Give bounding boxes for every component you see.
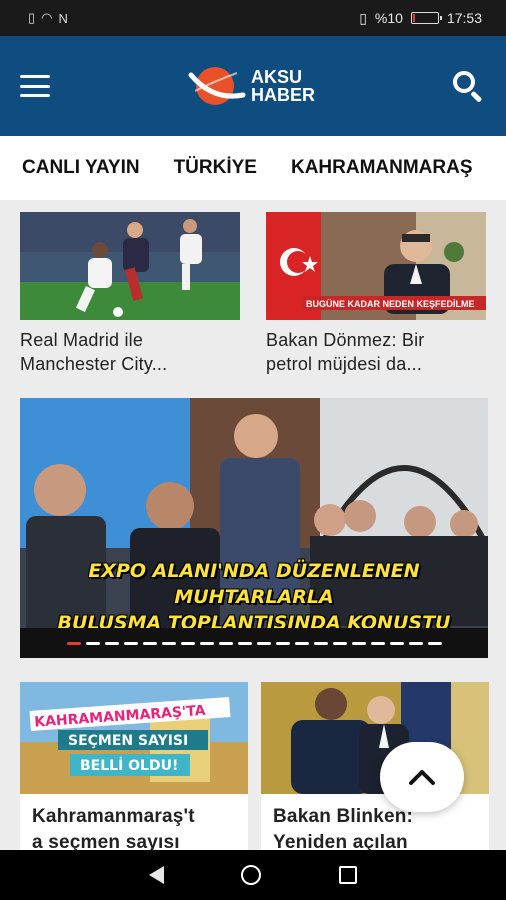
app-bar: AKSU HABER — [0, 36, 506, 136]
slider-dot[interactable] — [237, 641, 252, 645]
slider-dot[interactable] — [161, 641, 176, 645]
tab-canli-yayin[interactable]: CANLI YAYIN — [22, 157, 140, 179]
back-icon[interactable] — [148, 866, 164, 884]
thumbnail-caption: BUGÜNE KADAR NEDEN KEŞFEDİLME — [306, 299, 475, 309]
recent-apps-icon[interactable] — [339, 866, 358, 884]
news-card[interactable]: KAHRAMANMARAŞ'TA SEÇMEN SAYISI BELLİ OLD… — [20, 682, 248, 850]
slider-dot[interactable] — [142, 641, 157, 645]
slider-dot[interactable] — [123, 641, 138, 645]
slider-dot[interactable] — [427, 641, 442, 645]
thumbnail-text-2: SEÇMEN SAYISI — [68, 733, 188, 749]
slider-pagination — [20, 628, 488, 658]
slider-dot[interactable] — [66, 641, 81, 645]
clock: 17:53 — [446, 10, 482, 26]
logo-line2: HABER — [250, 85, 315, 105]
slider-dot[interactable] — [218, 641, 233, 645]
headline-slider[interactable]: EXPO ALANI'NDA DÜZENLENEN MUHTARLARLA BU… — [20, 398, 488, 658]
logo-mark-icon — [188, 67, 246, 105]
menu-icon[interactable] — [20, 75, 50, 97]
vibrate-icon: ▯ — [359, 9, 367, 26]
news-card[interactable]: Real Madrid ile Manchester City... — [20, 212, 240, 376]
slider-dot[interactable] — [104, 641, 119, 645]
search-icon[interactable] — [450, 68, 486, 104]
news-thumbnail — [20, 212, 240, 320]
slider-dot[interactable] — [313, 641, 328, 645]
thumbnail-text-3: BELLİ OLDU! — [80, 757, 178, 774]
slider-dot[interactable] — [332, 641, 347, 645]
slider-dot[interactable] — [389, 641, 404, 645]
chevron-up-icon — [409, 770, 435, 785]
sim-icon: ▯ — [28, 10, 36, 25]
system-nav-bar — [0, 850, 506, 900]
home-icon[interactable] — [241, 865, 262, 885]
category-tabs: CANLI YAYIN TÜRKİYE KAHRAMANMARAŞ — [0, 136, 506, 200]
slider-dot[interactable] — [275, 641, 290, 645]
slider-dot[interactable] — [370, 641, 385, 645]
slider-dot[interactable] — [180, 641, 195, 645]
slide-caption: EXPO ALANI'NDA DÜZENLENEN MUHTARLARLA BU… — [57, 560, 451, 634]
news-title: Real Madrid ile Manchester City... — [20, 330, 168, 374]
slider-dot[interactable] — [294, 641, 309, 645]
slider-dot[interactable] — [408, 641, 423, 645]
status-bar: ▯ ◠ N ▯ %10 17:53 — [0, 0, 506, 36]
news-title: Kahramanmaraş't a seçmen sayısı — [32, 806, 195, 850]
status-icons-left: ▯ ◠ N — [28, 10, 68, 26]
tab-turkiye[interactable]: TÜRKİYE — [174, 157, 257, 179]
scroll-top-button[interactable] — [380, 742, 464, 812]
nfc-icon: N — [58, 10, 68, 26]
slider-dot[interactable] — [256, 641, 271, 645]
news-card[interactable]: BUGÜNE KADAR NEDEN KEŞFEDİLME Bakan Dönm… — [266, 212, 486, 376]
wifi-icon: ◠ — [41, 10, 53, 25]
slider-dot[interactable] — [199, 641, 214, 645]
slider-dot[interactable] — [351, 641, 366, 645]
news-title: Bakan Blinken: Yeniden açılan — [273, 806, 414, 850]
slider-dot[interactable] — [85, 641, 100, 645]
news-title: Bakan Dönmez: Bir petrol müjdesi da... — [266, 330, 425, 374]
battery-icon — [410, 12, 442, 24]
news-feed: Real Madrid ile Manchester City... BUGÜN… — [0, 200, 506, 850]
battery-percent: %10 — [374, 10, 403, 26]
tab-kahramanmaras[interactable]: KAHRAMANMARAŞ — [291, 157, 473, 179]
logo-line1: AKSU — [250, 67, 302, 87]
news-thumbnail: BUGÜNE KADAR NEDEN KEŞFEDİLME — [266, 212, 486, 320]
status-icons-right: ▯ %10 17:53 — [359, 10, 482, 27]
logo[interactable]: AKSU HABER — [185, 65, 315, 107]
news-thumbnail: KAHRAMANMARAŞ'TA SEÇMEN SAYISI BELLİ OLD… — [20, 682, 248, 794]
